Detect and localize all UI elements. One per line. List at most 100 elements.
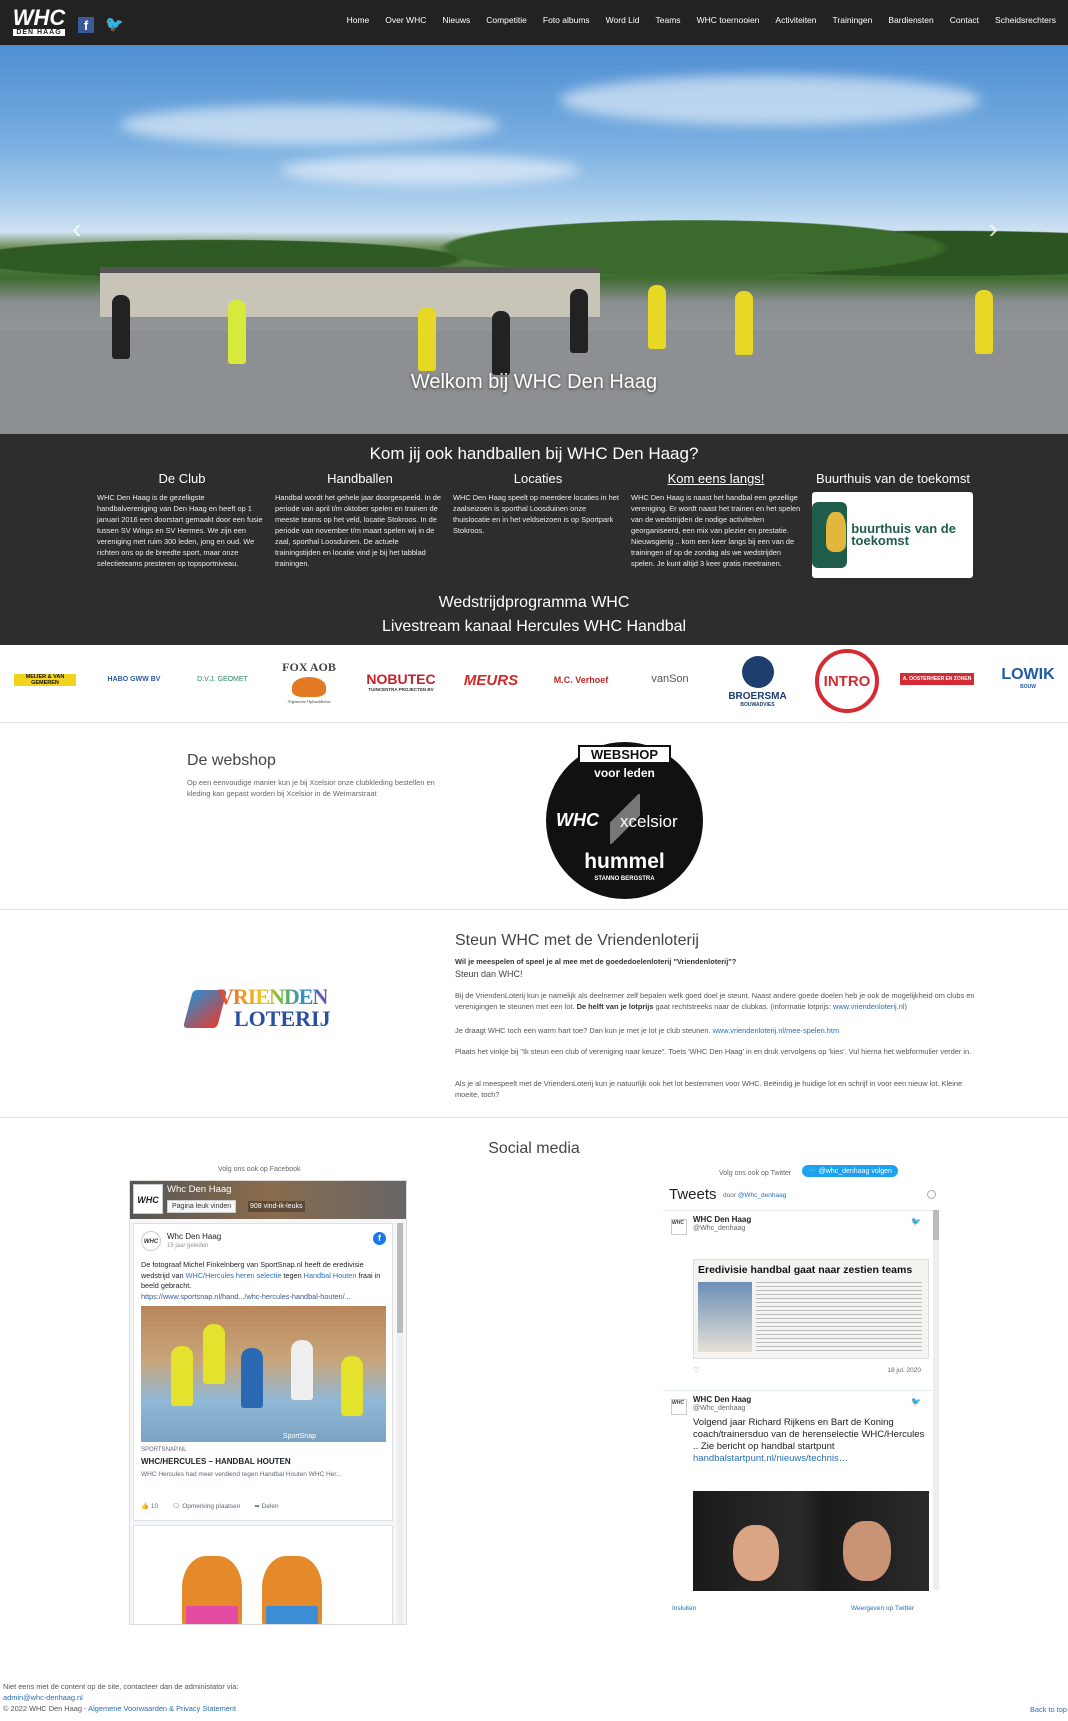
post-time[interactable]: 15 jaar geleden: [167, 1243, 208, 1249]
post-author[interactable]: Whc Den Haag: [167, 1232, 221, 1241]
fox-icon: [292, 677, 326, 697]
newspaper-headline: Eredivisie handbal gaat naar zestien tea…: [698, 1264, 913, 1276]
webshop-text: Op een eenvoudige manier kun je bij Xcel…: [187, 778, 435, 798]
menu-item-foto-albums[interactable]: Foto albums: [535, 15, 598, 25]
tweet-date[interactable]: 18 jul. 2020: [887, 1367, 921, 1374]
whc-logo[interactable]: WHC DEN HAAG: [12, 3, 66, 41]
loterij-p4: Als je al meespeelt met de VriendenLoter…: [455, 1079, 963, 1099]
sponsor-logo[interactable]: A. OOSTERHEER EN ZONEN: [900, 673, 974, 685]
cloud: [120, 105, 500, 145]
mascot-shirt: [186, 1606, 238, 1624]
menu-item-bardiensten[interactable]: Bardiensten: [880, 15, 941, 25]
vriendenloterij-logo[interactable]: VRIENDEN LOTERIJ: [182, 982, 338, 1042]
fb-page-header[interactable]: WHC Whc Den Haag Pagina leuk vinden 908 …: [130, 1181, 406, 1219]
menu-item-whc-toernooien[interactable]: WHC toernooien: [689, 15, 768, 25]
like-button[interactable]: 👍 10: [141, 1502, 158, 1510]
twitter-bird-icon[interactable]: 🐦: [911, 1217, 921, 1226]
fb-like-page-button[interactable]: Pagina leuk vinden: [167, 1200, 237, 1213]
scroll-thumb[interactable]: [933, 1210, 939, 1240]
fb-page-name[interactable]: Whc Den Haag: [167, 1184, 231, 1195]
info-icon[interactable]: [927, 1190, 936, 1199]
tw-follow-label: Volg ons ook op Twitter: [719, 1170, 792, 1177]
menu-item-word-lid[interactable]: Word Lid: [598, 15, 648, 25]
tweet-avatar[interactable]: WHC: [671, 1399, 687, 1415]
vriendenloterij-link[interactable]: www.vriendenloterij.nl: [833, 1002, 904, 1011]
sponsor-logo[interactable]: D.V.J. GEOMET: [185, 667, 260, 691]
menu-item-scheidsrechters[interactable]: Scheidsrechters: [987, 15, 1064, 25]
sponsor-logo-fox[interactable]: FOX AOB Algemene Ophaaldienst: [278, 649, 340, 715]
webshop-badge[interactable]: WEBSHOP voor leden WHC xcelsior hummel S…: [546, 742, 703, 899]
tweet-author[interactable]: WHC Den Haag: [693, 1395, 751, 1404]
newspaper-text-lines: [756, 1282, 922, 1352]
wedstrijdprogramma-link[interactable]: Wedstrijdprogramma WHC: [0, 594, 1068, 612]
tw-embed-link[interactable]: Insluiten: [672, 1605, 696, 1612]
sponsor-logo[interactable]: MEURS: [455, 665, 527, 695]
menu-item-contact[interactable]: Contact: [942, 15, 987, 25]
tw-scrollbar[interactable]: [933, 1210, 939, 1590]
mee-spelen-link[interactable]: www.vriendenloterij.nl/mee-spelen.htm: [713, 1026, 840, 1035]
menu-item-trainingen[interactable]: Trainingen: [825, 15, 881, 25]
tweet-avatar[interactable]: WHC: [671, 1219, 687, 1235]
tw-view-link[interactable]: Weergeven op Twitter: [851, 1605, 914, 1612]
tweet-handle[interactable]: @Whc_denhaag: [693, 1225, 745, 1232]
privacy-link[interactable]: Algemene Voorwaarden & Privacy Statement: [88, 1704, 236, 1713]
sponsor-logo[interactable]: vanSon: [635, 667, 705, 691]
facebook-icon[interactable]: f: [373, 1232, 386, 1245]
share-label: Delen: [261, 1503, 279, 1510]
fb-scrollbar[interactable]: [397, 1223, 403, 1623]
menu-item-home[interactable]: Home: [339, 15, 378, 25]
col-text: Handbal wordt het gehele jaar doorgespee…: [275, 493, 441, 568]
sponsor-logo-lowik[interactable]: LOWIK BOUW: [993, 663, 1063, 693]
tweet-image[interactable]: [693, 1491, 929, 1591]
sponsor-logo-nobutec[interactable]: NOBUTEC TUINCENTRA PROJECTEN BV: [364, 665, 438, 697]
link-headline[interactable]: WHC/HERCULES – HANDBAL HOUTEN: [141, 1457, 291, 1466]
loterij-section: VRIENDEN LOTERIJ Steun WHC met de Vriend…: [0, 920, 1068, 1118]
post-url[interactable]: https://www.sportsnap.nl/hand.../whc-her…: [141, 1292, 351, 1301]
twitter-bird-icon[interactable]: 🐦: [911, 1397, 921, 1406]
post-link-houten[interactable]: Handbal Houten: [304, 1271, 357, 1280]
menu-item-teams[interactable]: Teams: [648, 15, 689, 25]
tweet-author[interactable]: WHC Den Haag: [693, 1215, 751, 1224]
sponsor-logo[interactable]: M.C. Verhoef: [545, 663, 617, 697]
buurthuis-logo[interactable]: buurthuis van de toekomst: [812, 492, 973, 578]
cloud: [280, 155, 580, 185]
carousel-prev-icon[interactable]: ‹: [72, 213, 81, 245]
facebook-icon[interactable]: f: [78, 17, 94, 33]
tweet-handle[interactable]: @Whc_denhaag: [693, 1405, 745, 1412]
badge-whc: WHC: [556, 810, 599, 830]
post-avatar[interactable]: WHC: [141, 1231, 161, 1251]
heart-icon[interactable]: ♡: [693, 1366, 700, 1375]
back-to-top-link[interactable]: Back to top: [1030, 1705, 1067, 1714]
tweet-link[interactable]: handbalstartpunt.nl/nieuws/technis…: [693, 1453, 928, 1465]
twitter-follow-button[interactable]: 🐦 @whc_denhaag volgen: [802, 1165, 898, 1177]
loterij-question: Wil je meespelen of speel je al mee met …: [455, 957, 737, 966]
comment-button[interactable]: 🗨 Opmerking plaatsen: [172, 1502, 240, 1510]
share-button[interactable]: ➦ Delen: [254, 1502, 278, 1510]
logo-sub: DEN HAAG: [13, 29, 65, 36]
sponsor-logo[interactable]: MEIJER & VAN GEMEREN: [14, 674, 76, 686]
post-text-2: tegen: [283, 1270, 302, 1280]
sponsor-logo[interactable]: INTRO: [815, 649, 879, 713]
footer-email-link[interactable]: admin@whc-denhaag.nl: [3, 1693, 83, 1702]
menu-item-nieuws[interactable]: Nieuws: [434, 15, 478, 25]
tw-by-handle[interactable]: @Whc_denhaag: [738, 1192, 787, 1199]
link-site: SPORTSNAP.NL: [141, 1447, 187, 1453]
tweet-image[interactable]: Eredivisie handbal gaat naar zestien tea…: [693, 1259, 929, 1359]
carousel-next-icon[interactable]: ›: [989, 213, 998, 245]
post-link-whc[interactable]: WHC/Hercules heren selectie: [186, 1271, 282, 1280]
twitter-icon[interactable]: 🐦: [105, 15, 124, 33]
twitter-widget: Tweets door @Whc_denhaag WHC WHC Den Haa…: [662, 1180, 942, 1618]
menu-item-activiteiten[interactable]: Activiteiten: [767, 15, 824, 25]
loterij-title: Steun WHC met de Vriendenloterij: [455, 932, 699, 949]
kom-eens-langs-link[interactable]: Kom eens langs!: [631, 471, 801, 486]
person-face: [733, 1525, 779, 1581]
menu-item-over-whc[interactable]: Over WHC: [377, 15, 434, 25]
livestream-link[interactable]: Livestream kanaal Hercules WHC Handbal: [0, 618, 1068, 636]
hero-title: Welkom bij WHC Den Haag: [410, 371, 658, 393]
menu-item-competitie[interactable]: Competitie: [478, 15, 535, 25]
sponsor-logo[interactable]: HABO GWW BV: [98, 667, 170, 691]
post-image[interactable]: SportSnap: [141, 1306, 386, 1442]
scroll-thumb[interactable]: [397, 1223, 403, 1333]
col-kom-eens-langs: Kom eens langs! WHC Den Haag is naast he…: [631, 471, 801, 569]
sponsor-logo-broersma[interactable]: BROERSMA BOUWADVIES: [720, 651, 795, 713]
